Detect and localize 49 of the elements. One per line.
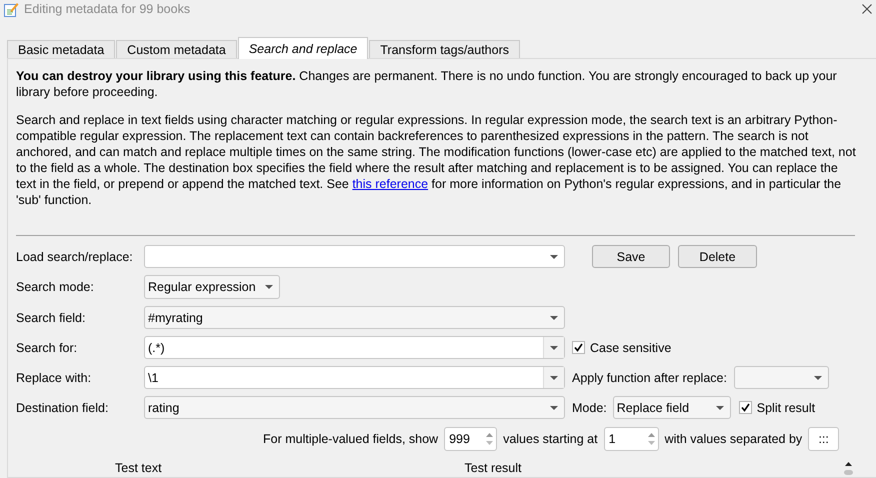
checkbox-label: Split result — [756, 400, 816, 414]
save-button[interactable]: Save — [592, 245, 670, 268]
tab[interactable]: Transform tags/authors — [369, 40, 520, 58]
field-label: Mode: — [572, 400, 607, 414]
search-mode-dropdown[interactable]: Regular expression — [144, 275, 280, 299]
spin-box[interactable]: 999 — [444, 427, 498, 451]
scrollbar-up-icon[interactable] — [844, 461, 853, 475]
caret-icon — [550, 346, 558, 350]
delete-button[interactable]: Delete — [678, 245, 757, 268]
caret-icon — [550, 316, 558, 320]
tab[interactable]: Custom metadata — [116, 40, 237, 58]
field-label: Search for: — [16, 340, 78, 354]
separator-field[interactable]: ::: — [808, 427, 840, 451]
checkbox-label: Case sensitive — [590, 340, 672, 354]
field-label: Destination field: — [16, 400, 110, 414]
checkbox[interactable] — [738, 401, 752, 414]
tab[interactable]: Search and replace — [238, 37, 368, 59]
caret-icon — [550, 254, 558, 258]
edit-icon — [3, 1, 19, 17]
field-label: Replace with: — [16, 370, 92, 384]
caret-icon — [265, 285, 273, 289]
window-title: Editing metadata for 99 books — [24, 2, 192, 16]
caret-icon — [550, 376, 558, 380]
spin-arrows-icon[interactable] — [648, 432, 655, 446]
field-label: Search field: — [16, 310, 86, 324]
checkbox[interactable] — [572, 341, 585, 354]
search-for-field[interactable]: (.*) — [144, 336, 565, 359]
field-label: values starting at — [503, 432, 598, 446]
spin-arrows-icon[interactable] — [486, 432, 494, 446]
field-label: Load search/replace: — [16, 250, 134, 264]
field-label: with values separated by — [664, 432, 802, 446]
destination-dropdown[interactable]: rating — [144, 396, 565, 419]
column-header: Test text — [115, 461, 162, 475]
spin-box[interactable]: 1 — [604, 427, 659, 451]
caret-icon — [814, 376, 822, 380]
close-icon[interactable] — [862, 4, 872, 14]
replace-with-field[interactable]: \1 — [144, 366, 565, 389]
reference-link[interactable]: this reference — [352, 177, 428, 191]
field-label: For multiple-valued fields, show — [263, 432, 438, 446]
field-label: Apply function after replace: — [572, 370, 727, 384]
description-text: Search and replace in text fields using character matching or regular expressions. In regular expression mode, the search text is an arbitrary Python-compatible regular expression. The replacement text can contain backreferences to parenthesized expressions in the pattern. The search is not anchored, and can match and replace multiple times on the same string. The modification functions (lower-case etc) are applied to the matched text, not to the field as a whole. The destination box specifies the field where the result after matching and replacement is to be assigned. You can replace the text in the field, or prepend or append the matched text. See this reference for more information on Python's regular expressions, and in particular the 'sub' function. — [16, 112, 856, 208]
caret-icon — [716, 406, 724, 410]
mode-dropdown[interactable]: Replace field — [612, 396, 731, 419]
tab[interactable]: Basic metadata — [7, 40, 116, 58]
search-field-dropdown[interactable]: #myrating — [144, 306, 565, 329]
warning-text: You can destroy your library using this feature. Changes are permanent. There is no undo function. You are strongly encouraged to back up your library before proceeding. — [16, 68, 838, 100]
caret-icon — [550, 406, 558, 410]
column-header: Test result — [464, 461, 522, 475]
field-label: Search mode: — [16, 280, 95, 294]
